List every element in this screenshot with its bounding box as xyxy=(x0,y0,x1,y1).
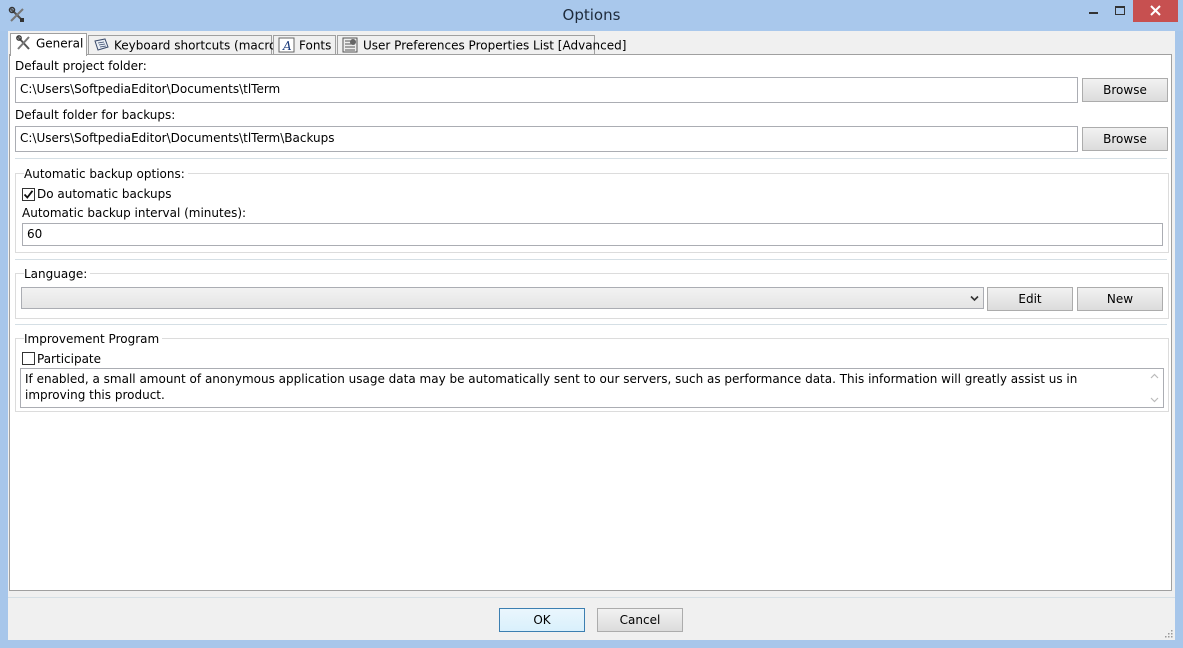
project-folder-label: Default project folder: xyxy=(15,59,147,73)
backup-folder-input[interactable]: C:\Users\SoftpediaEditor\Documents\tlTer… xyxy=(15,126,1078,152)
improvement-description: If enabled, a small amount of anonymous … xyxy=(20,368,1164,408)
resize-grip-icon[interactable] xyxy=(1163,628,1173,638)
auto-backup-group-label: Automatic backup options: xyxy=(24,167,188,181)
new-language-button[interactable]: New xyxy=(1077,287,1163,311)
maximize-icon xyxy=(1115,6,1125,15)
language-select[interactable] xyxy=(21,287,984,309)
participate-checkbox[interactable] xyxy=(22,352,35,365)
tab-general[interactable]: General xyxy=(10,33,87,56)
separator xyxy=(15,158,1167,160)
tools-icon xyxy=(16,34,30,50)
close-icon xyxy=(1150,5,1161,16)
title-bar[interactable]: Options xyxy=(0,0,1183,31)
do-backups-label: Do automatic backups xyxy=(37,187,172,201)
separator xyxy=(15,259,1167,261)
close-button[interactable] xyxy=(1133,0,1178,22)
chevron-down-icon xyxy=(970,295,979,302)
checkmark-icon xyxy=(23,190,34,199)
separator xyxy=(15,324,1167,326)
minimize-icon xyxy=(1089,12,1098,14)
dialog-client: General Keyboard shortcuts (macros) A Fo… xyxy=(8,31,1175,640)
backup-folder-label: Default folder for backups: xyxy=(15,108,176,122)
language-group-label: Language: xyxy=(24,267,91,281)
options-window: Options General Keyboard shortcuts (macr… xyxy=(0,0,1183,648)
participate-label: Participate xyxy=(37,352,102,366)
properties-icon xyxy=(342,37,358,52)
improvement-description-text: If enabled, a small amount of anonymous … xyxy=(25,372,1078,402)
footer-separator xyxy=(8,597,1175,598)
maximize-button[interactable] xyxy=(1107,0,1133,22)
general-tab-panel: Default project folder: C:\Users\Softped… xyxy=(9,54,1172,591)
browse-project-folder-button[interactable]: Browse xyxy=(1082,78,1168,102)
keyboard-icon xyxy=(94,37,109,51)
description-scrollbar[interactable] xyxy=(1146,369,1163,407)
window-title: Options xyxy=(562,6,621,24)
edit-language-button[interactable]: Edit xyxy=(987,287,1073,311)
project-folder-input[interactable]: C:\Users\SoftpediaEditor\Documents\tlTer… xyxy=(15,77,1078,103)
ok-button[interactable]: OK xyxy=(499,608,585,632)
tab-user-preferences[interactable]: User Preferences Properties List [Advanc… xyxy=(337,35,626,54)
cancel-button[interactable]: Cancel xyxy=(597,608,683,632)
backup-interval-input[interactable]: 60 xyxy=(22,223,1163,246)
font-icon: A xyxy=(278,37,295,53)
svg-text:A: A xyxy=(282,39,292,53)
do-backups-checkbox[interactable] xyxy=(22,188,35,201)
backup-interval-label: Automatic backup interval (minutes): xyxy=(22,206,247,220)
browse-backup-folder-button[interactable]: Browse xyxy=(1082,127,1168,151)
minimize-button[interactable] xyxy=(1080,0,1107,22)
tab-keyboard-shortcuts[interactable]: Keyboard shortcuts (macros) xyxy=(88,35,287,54)
tab-fonts[interactable]: A Fonts xyxy=(273,35,336,54)
improvement-group-label: Improvement Program xyxy=(24,332,163,346)
scroll-arrows-icon xyxy=(1150,373,1159,403)
